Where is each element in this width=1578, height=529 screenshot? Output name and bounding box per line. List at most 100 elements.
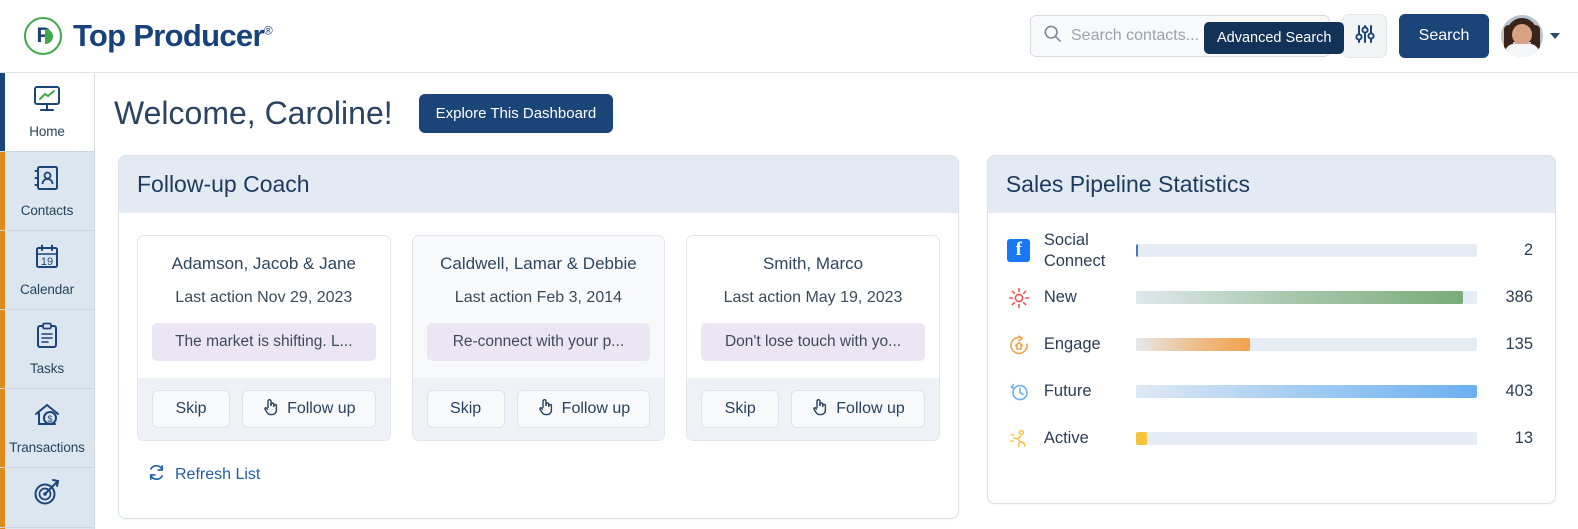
- skip-button[interactable]: Skip: [426, 390, 505, 428]
- pipeline-stage-label: Engage: [1043, 335, 1101, 354]
- coach-card[interactable]: Adamson, Jacob & Jane Last action Nov 29…: [137, 235, 391, 441]
- advanced-search-filter-button[interactable]: [1342, 14, 1387, 58]
- avatar-shirt: [1505, 44, 1539, 57]
- pipeline-value: 403: [1505, 382, 1533, 400]
- coach-card-actions: Skip Follow up: [138, 378, 390, 440]
- logo-leaf-shape: [45, 29, 53, 44]
- pipeline-row-future[interactable]: Future 403: [1006, 368, 1533, 415]
- page-title: Welcome, Caroline!: [114, 95, 393, 131]
- coach-card-body: Adamson, Jacob & Jane Last action Nov 29…: [138, 236, 390, 378]
- sidebar-item-label: Transactions: [9, 440, 85, 455]
- contact-name[interactable]: Caldwell, Lamar & Debbie: [427, 254, 651, 274]
- coach-card-body: Caldwell, Lamar & Debbie Last action Feb…: [412, 236, 665, 378]
- pipeline-bar-track: [1135, 291, 1477, 304]
- skip-button[interactable]: Skip: [152, 390, 230, 428]
- sidebar-item-label: Calendar: [20, 282, 74, 297]
- last-action-text: Last action Feb 3, 2014: [454, 289, 623, 306]
- target-arrow-icon: [31, 477, 63, 512]
- pipeline-stage-label: Future: [1043, 382, 1092, 401]
- sidebar-item-home[interactable]: Home: [0, 73, 94, 152]
- brand-name: Top Producer: [73, 18, 265, 53]
- pipeline-stat-rows: Social Connect 2: [988, 213, 1555, 462]
- svg-text:$: $: [47, 414, 52, 424]
- follow-up-button[interactable]: Follow up: [516, 390, 651, 428]
- sidebar-item-calendar[interactable]: 19 Calendar: [0, 231, 94, 310]
- pipeline-bar-fill: [1135, 244, 1138, 257]
- sun-icon: [1006, 287, 1032, 309]
- sidebar-item-tasks[interactable]: Tasks: [0, 310, 94, 389]
- sliders-icon: [1354, 23, 1376, 50]
- last-action-text: Last action Nov 29, 2023: [175, 289, 353, 306]
- search-button[interactable]: Search: [1399, 14, 1489, 58]
- suggested-message[interactable]: Don't lose touch with yo...: [701, 323, 925, 361]
- sidebar-item-goals[interactable]: [0, 468, 94, 528]
- sidebar-item-transactions[interactable]: $ Transactions: [0, 389, 94, 468]
- avatar-face: [1512, 24, 1532, 45]
- brand-logo[interactable]: P Top Producer®: [24, 17, 273, 55]
- pipeline-bar-track: [1135, 432, 1477, 445]
- calendar-icon: 19: [33, 243, 61, 276]
- follow-up-label: Follow up: [836, 400, 905, 417]
- coach-card[interactable]: Smith, Marco Last action May 19, 2023 Do…: [686, 235, 940, 441]
- pipeline-bar-fill: [1135, 338, 1251, 351]
- follow-up-label: Follow up: [287, 400, 356, 417]
- suggested-message[interactable]: The market is shifting. L...: [152, 323, 376, 361]
- chevron-down-icon[interactable]: [1550, 33, 1560, 39]
- logo-mark-icon: P: [24, 17, 62, 55]
- monitor-chart-icon: [32, 85, 62, 118]
- skip-button[interactable]: Skip: [701, 390, 780, 428]
- sidebar-item-label: Contacts: [20, 203, 74, 218]
- coach-card[interactable]: Caldwell, Lamar & Debbie Last action Feb…: [411, 235, 666, 441]
- dashboard-panels: Follow-up Coach Adamson, Jacob & Jane La…: [95, 133, 1578, 519]
- pointing-hand-icon: [811, 397, 828, 421]
- refresh-list-link[interactable]: Refresh List: [119, 441, 958, 487]
- contact-name[interactable]: Adamson, Jacob & Jane: [152, 254, 376, 274]
- welcome-row: Welcome, Caroline! Explore This Dashboar…: [95, 73, 1578, 133]
- follow-up-button[interactable]: Follow up: [791, 390, 925, 428]
- search-icon: [1043, 24, 1062, 48]
- top-bar: P Top Producer® Advanced Search: [0, 0, 1578, 73]
- refresh-list-label: Refresh List: [175, 466, 261, 483]
- advanced-search-tooltip[interactable]: Advanced Search: [1204, 22, 1345, 54]
- contact-name[interactable]: Smith, Marco: [701, 254, 925, 274]
- pipeline-row-social-connect[interactable]: Social Connect 2: [1006, 227, 1533, 274]
- pipeline-bar-track: [1135, 385, 1477, 398]
- pipeline-row-new[interactable]: New 386: [1006, 274, 1533, 321]
- follow-up-coach-panel: Follow-up Coach Adamson, Jacob & Jane La…: [118, 155, 959, 519]
- sales-pipeline-panel: Sales Pipeline Statistics Social Connect…: [986, 155, 1556, 504]
- top-bar-actions: Advanced Search Search: [1030, 14, 1560, 58]
- pipeline-bar-fill: [1135, 291, 1463, 304]
- pipeline-bar-track: [1135, 338, 1477, 351]
- avatar[interactable]: [1501, 15, 1543, 57]
- pipeline-value: 13: [1514, 429, 1533, 447]
- pipeline-row-engage[interactable]: Engage 135: [1006, 321, 1533, 368]
- coach-card-body: Smith, Marco Last action May 19, 2023 Do…: [687, 236, 939, 378]
- follow-up-label: Follow up: [561, 400, 631, 417]
- explore-dashboard-button[interactable]: Explore This Dashboard: [418, 94, 614, 133]
- suggested-message[interactable]: Re-connect with your p...: [426, 323, 651, 361]
- sidebar: Home Contacts 19 Calendar Tasks $ Transa…: [0, 73, 95, 529]
- calendar-day-number: 19: [40, 256, 54, 268]
- sidebar-item-contacts[interactable]: Contacts: [0, 152, 94, 231]
- user-menu[interactable]: [1501, 15, 1560, 57]
- house-dollar-icon: $: [32, 401, 62, 434]
- pointing-hand-icon: [537, 397, 554, 421]
- follow-up-coach-title: Follow-up Coach: [119, 156, 958, 213]
- house-refresh-icon: [1006, 334, 1032, 356]
- coach-card-actions: Skip Follow up: [412, 378, 665, 440]
- registered-mark: ®: [263, 23, 273, 38]
- pipeline-value: 135: [1505, 335, 1533, 353]
- running-person-icon: [1006, 428, 1032, 450]
- clipboard-icon: [34, 322, 60, 355]
- pipeline-stage-label: Social Connect: [1043, 230, 1106, 270]
- follow-up-button[interactable]: Follow up: [242, 390, 376, 428]
- pipeline-value: 2: [1523, 241, 1533, 259]
- refresh-icon: [147, 463, 166, 487]
- sidebar-item-label: Home: [29, 124, 65, 139]
- sales-pipeline-title: Sales Pipeline Statistics: [987, 156, 1555, 213]
- brand-wordmark: Top Producer®: [73, 18, 273, 54]
- coach-card-list: Adamson, Jacob & Jane Last action Nov 29…: [119, 213, 958, 441]
- pipeline-row-active[interactable]: Active 13: [1006, 415, 1533, 462]
- pipeline-stage-label: New: [1043, 288, 1077, 307]
- pipeline-value: 386: [1505, 288, 1533, 306]
